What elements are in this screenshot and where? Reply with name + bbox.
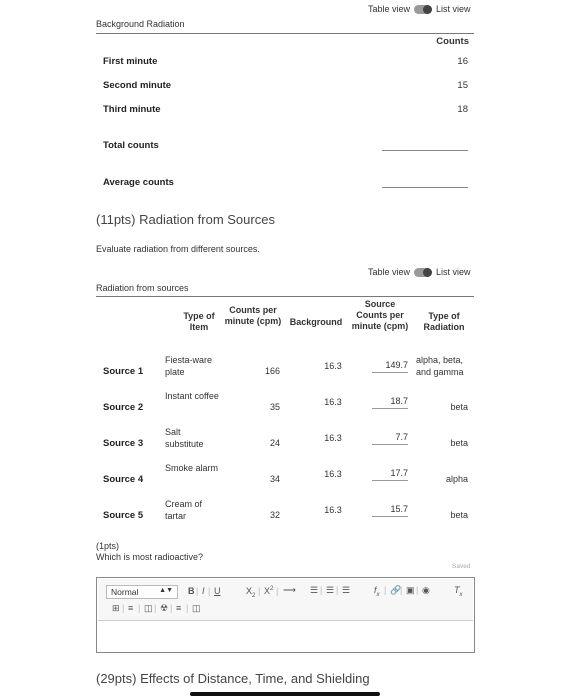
home-indicator	[190, 692, 380, 696]
view-toggle-sources[interactable]: Table view List view	[368, 267, 471, 277]
source-1-cpm[interactable]: 166	[240, 366, 280, 376]
view-toggle-top[interactable]: Table view List view	[368, 4, 471, 14]
source-5-source-cpm[interactable]: 15.7	[372, 504, 408, 517]
sources-table-title: Radiation from sources	[96, 283, 189, 293]
source-4-item[interactable]: Smoke alarm	[165, 462, 221, 474]
delete-column-icon[interactable]: ◫	[192, 603, 201, 614]
header-source-counts: Source Counts per minute (cpm)	[351, 299, 409, 331]
source-1-type[interactable]: alpha, beta, and gamma	[416, 354, 474, 378]
source-3-label: Source 3	[103, 438, 144, 449]
table-view-label: Table view	[368, 4, 411, 14]
format-select-value: Normal	[111, 587, 139, 597]
source-1-label: Source 1	[103, 366, 144, 377]
underline-icon[interactable]: U	[214, 586, 221, 596]
second-minute-label: Second minute	[103, 80, 172, 91]
total-counts-label: Total counts	[103, 140, 159, 151]
align-right-icon[interactable]: ☰	[342, 585, 350, 596]
source-1-item[interactable]: Fiesta-ware plate	[165, 354, 221, 378]
third-minute-label: Third minute	[103, 104, 161, 115]
divider	[96, 296, 474, 297]
divider	[96, 33, 474, 34]
view-toggle-switch[interactable]	[414, 4, 433, 14]
media-icon[interactable]: ◉	[422, 585, 430, 596]
source-2-cpm[interactable]: 35	[240, 402, 280, 412]
average-counts-label: Average counts	[103, 177, 174, 188]
image-icon[interactable]: ▣	[406, 585, 415, 596]
format-select[interactable]: Normal ▲▼	[106, 585, 178, 599]
formula-icon[interactable]: fx	[374, 585, 380, 598]
table-icon[interactable]: ⊞	[112, 603, 120, 614]
editor-text-area[interactable]	[97, 622, 474, 652]
saved-status: Saved	[452, 563, 471, 570]
insert-column-icon[interactable]: ◫	[144, 603, 153, 614]
clear-format-icon[interactable]: Tx	[454, 585, 463, 598]
answer-editor[interactable]: Normal ▲▼ B | I | U X2 | X2 | ⟶ ☰ | ☰ | …	[96, 577, 475, 653]
superscript-icon[interactable]: X2	[264, 586, 273, 596]
sources-section-heading: (11pts) Radiation from Sources	[96, 212, 275, 227]
source-2-background: 16.3	[324, 397, 342, 407]
average-counts-input[interactable]	[382, 187, 468, 188]
table-view-label: Table view	[368, 267, 411, 277]
source-5-background: 16.3	[324, 505, 342, 515]
source-2-source-cpm[interactable]: 18.7	[372, 396, 408, 409]
source-1-source-cpm[interactable]: 149.7	[372, 360, 408, 373]
source-4-type[interactable]: alpha	[416, 474, 468, 484]
counts-header: Counts	[436, 36, 469, 47]
source-5-label: Source 5	[103, 510, 144, 521]
source-1-background: 16.3	[324, 361, 342, 371]
background-radiation-title: Background Radiation	[96, 19, 185, 29]
arrow-right-icon[interactable]: ⟶	[283, 585, 296, 596]
list-view-label: List view	[436, 4, 471, 14]
header-background: Background	[289, 317, 343, 327]
subscript-icon[interactable]: X2	[246, 586, 255, 599]
source-4-label: Source 4	[103, 474, 144, 485]
total-counts-input[interactable]	[382, 150, 468, 151]
next-section-heading: (29pts) Effects of Distance, Time, and S…	[96, 671, 370, 686]
source-4-background: 16.3	[324, 469, 342, 479]
italic-icon[interactable]: I	[202, 586, 205, 596]
source-3-item[interactable]: Salt substitute	[165, 426, 221, 450]
source-2-type[interactable]: beta	[416, 402, 468, 412]
insert-row-icon[interactable]: ≡	[128, 603, 133, 613]
list-view-label: List view	[436, 267, 471, 277]
second-minute-value[interactable]: 15	[440, 80, 468, 91]
third-minute-value[interactable]: 18	[440, 104, 468, 115]
delete-table-icon[interactable]: ☢	[160, 603, 168, 614]
source-5-cpm[interactable]: 32	[240, 510, 280, 520]
source-2-label: Source 2	[103, 402, 144, 413]
source-5-type[interactable]: beta	[416, 510, 468, 520]
align-center-icon[interactable]: ☰	[326, 585, 334, 596]
source-2-item[interactable]: Instant coffee	[165, 390, 221, 402]
question-text: Which is most radioactive?	[96, 552, 204, 562]
first-minute-value[interactable]: 16	[440, 56, 468, 67]
source-3-cpm[interactable]: 24	[240, 438, 280, 448]
bold-icon[interactable]: B	[188, 586, 195, 596]
source-5-item[interactable]: Cream of tartar	[165, 498, 221, 522]
source-3-background: 16.3	[324, 433, 342, 443]
chevron-updown-icon: ▲▼	[159, 587, 173, 594]
delete-row-icon[interactable]: ≡	[176, 603, 181, 613]
header-counts-per-minute: Counts per minute (cpm)	[224, 305, 282, 326]
source-3-source-cpm[interactable]: 7.7	[372, 432, 408, 445]
header-type-of-radiation: Type of Radiation	[423, 311, 465, 332]
sources-description: Evaluate radiation from different source…	[96, 244, 260, 254]
source-3-type[interactable]: beta	[416, 438, 468, 448]
source-4-source-cpm[interactable]: 17.7	[372, 468, 408, 481]
first-minute-label: First minute	[103, 56, 158, 67]
source-4-cpm[interactable]: 34	[240, 474, 280, 484]
view-toggle-switch[interactable]	[414, 267, 433, 277]
editor-toolbar: Normal ▲▼ B | I | U X2 | X2 | ⟶ ☰ | ☰ | …	[98, 579, 473, 621]
question-points: (1pts)	[96, 541, 120, 551]
header-type-of-item: Type of Item	[183, 311, 215, 332]
align-left-icon[interactable]: ☰	[310, 585, 318, 596]
